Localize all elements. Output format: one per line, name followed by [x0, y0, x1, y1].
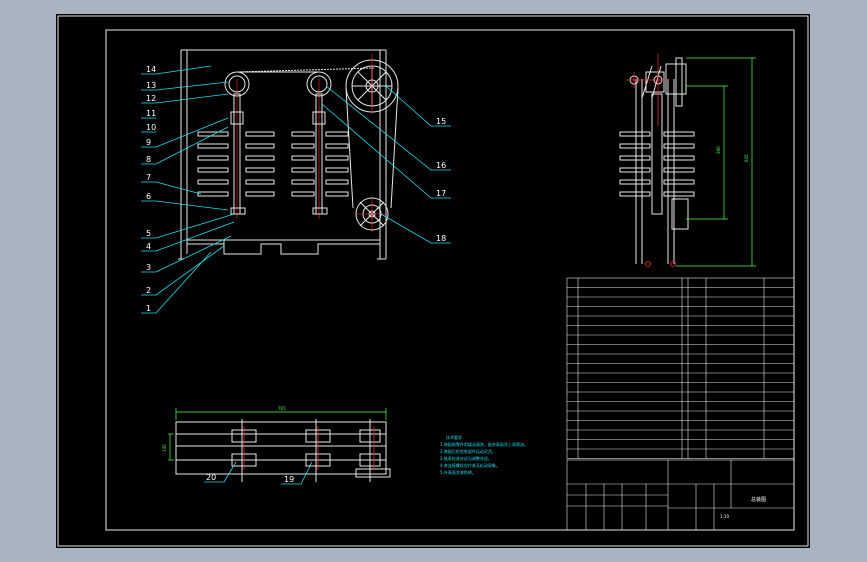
callout-14: 14: [146, 65, 156, 74]
notes-line: 5.外表面涂漆防锈。: [440, 469, 476, 475]
main-front-view: [178, 49, 399, 260]
top-dim-height: 140: [162, 444, 167, 452]
callout-11: 11: [146, 109, 156, 118]
callout-15: 15: [436, 117, 446, 126]
top-dim-width: 765: [278, 406, 286, 411]
callout-16: 16: [436, 161, 446, 170]
cad-viewport[interactable]: 14 13 12 11 10 9 8 7 6 5 4 3 2 1 15 16 17 18: [0, 0, 867, 562]
callout-3: 3: [146, 263, 151, 272]
parts-list-border: [566, 277, 795, 459]
callout-4: 4: [146, 242, 151, 251]
technical-notes: 技术要求1.装配前零件用煤油清洗，配合表面涂上润滑油。2.装配后检验各部件运动灵…: [440, 434, 528, 475]
side-view: [619, 57, 695, 264]
top-view-leaders: [204, 461, 313, 485]
side-dim-inner: 390: [716, 146, 721, 154]
callout-13: 13: [146, 81, 156, 90]
notes-line: 1.装配前零件用煤油清洗，配合表面涂上润滑油。: [440, 441, 528, 447]
main-view-callouts: 14 13 12 11 10 9 8 7 6 5 4 3 2 1 15 16 17 18: [146, 65, 446, 313]
notes-line: 2.装配后检验各部件运动灵活。: [440, 448, 496, 454]
drawing-title: 总装图: [751, 496, 766, 503]
callout-18: 18: [436, 234, 446, 243]
callout-8: 8: [146, 155, 151, 164]
parts-list: [566, 277, 795, 459]
side-dim-outer: 645: [744, 154, 749, 162]
callout-1: 1: [146, 304, 151, 313]
callout-19: 19: [284, 475, 294, 484]
notes-line: 3.链条松紧应适当调整合适。: [440, 455, 492, 461]
callout-7: 7: [146, 173, 151, 182]
callout-10: 10: [146, 123, 156, 132]
title-block: [566, 459, 795, 531]
callout-12: 12: [146, 94, 156, 103]
callout-6: 6: [146, 192, 151, 201]
callout-17: 17: [436, 189, 446, 198]
drawing-scale: 1:10: [720, 514, 729, 519]
notes-title: 技术要求: [446, 434, 462, 440]
callout-9: 9: [146, 138, 151, 147]
drawing-sheet: 14 13 12 11 10 9 8 7 6 5 4 3 2 1 15 16 17 18: [56, 14, 810, 548]
callout-2: 2: [146, 286, 151, 295]
callout-20: 20: [206, 473, 216, 482]
notes-line: 4.各连接螺栓应拧紧无松动现象。: [440, 462, 500, 468]
inner-frame: [105, 29, 795, 531]
outer-frame: [57, 15, 809, 547]
callout-5: 5: [146, 229, 151, 238]
top-view-red-marks: [243, 426, 375, 470]
drawing-canvas: 141312111098765432115161718 390 645 765 …: [57, 15, 809, 547]
